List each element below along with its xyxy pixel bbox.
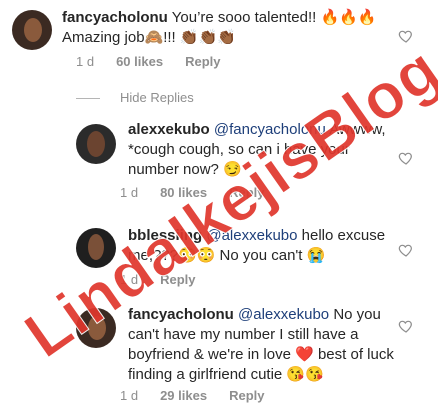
mention-link[interactable]: @alexxekubo (238, 306, 329, 323)
reply-button[interactable]: Reply (185, 54, 220, 69)
heart-icon[interactable] (398, 242, 414, 258)
comment-body: No you (329, 306, 381, 323)
comment-body: You’re sooo talented!! 🔥🔥🔥 (167, 9, 377, 26)
comment-time: 1 d (76, 54, 95, 69)
hide-replies-button[interactable]: Hide Replies (120, 90, 194, 105)
avatar[interactable] (76, 124, 116, 164)
reply-button[interactable]: Reply (229, 388, 264, 403)
heart-icon[interactable] (398, 318, 414, 334)
comment-body: boyfriend & we're in love ❤️ best of luc… (128, 346, 394, 363)
comment-text: fancyacholonu @alexxekubo No you can't h… (128, 305, 418, 385)
comment-time: 1 d (120, 185, 139, 200)
likes-count[interactable]: 60 likes (116, 54, 163, 69)
comment-body: finding a girlfriend cutie 😘😘 (128, 366, 324, 383)
divider (76, 98, 100, 99)
comment-body: Amazing job🙈!!! 👏🏾👏🏾👏🏾 (62, 29, 236, 46)
comment-username[interactable]: alexxekubo (128, 121, 210, 138)
comment-body: hello excuse (297, 227, 386, 244)
comment-username[interactable]: fancyacholonu (62, 9, 168, 26)
likes-count[interactable]: 29 likes (160, 388, 207, 403)
comment-time: 1 d (120, 388, 139, 403)
comment-meta: 1 d 60 likes Reply (76, 54, 242, 69)
comment-text: fancyacholonu You’re sooo talented!! 🔥🔥🔥… (62, 8, 392, 48)
comment-body: can't have my number I still have a (128, 326, 359, 343)
comment-meta: 1 d 29 likes Reply (120, 388, 286, 403)
heart-icon[interactable] (398, 150, 414, 166)
avatar[interactable] (12, 10, 52, 50)
